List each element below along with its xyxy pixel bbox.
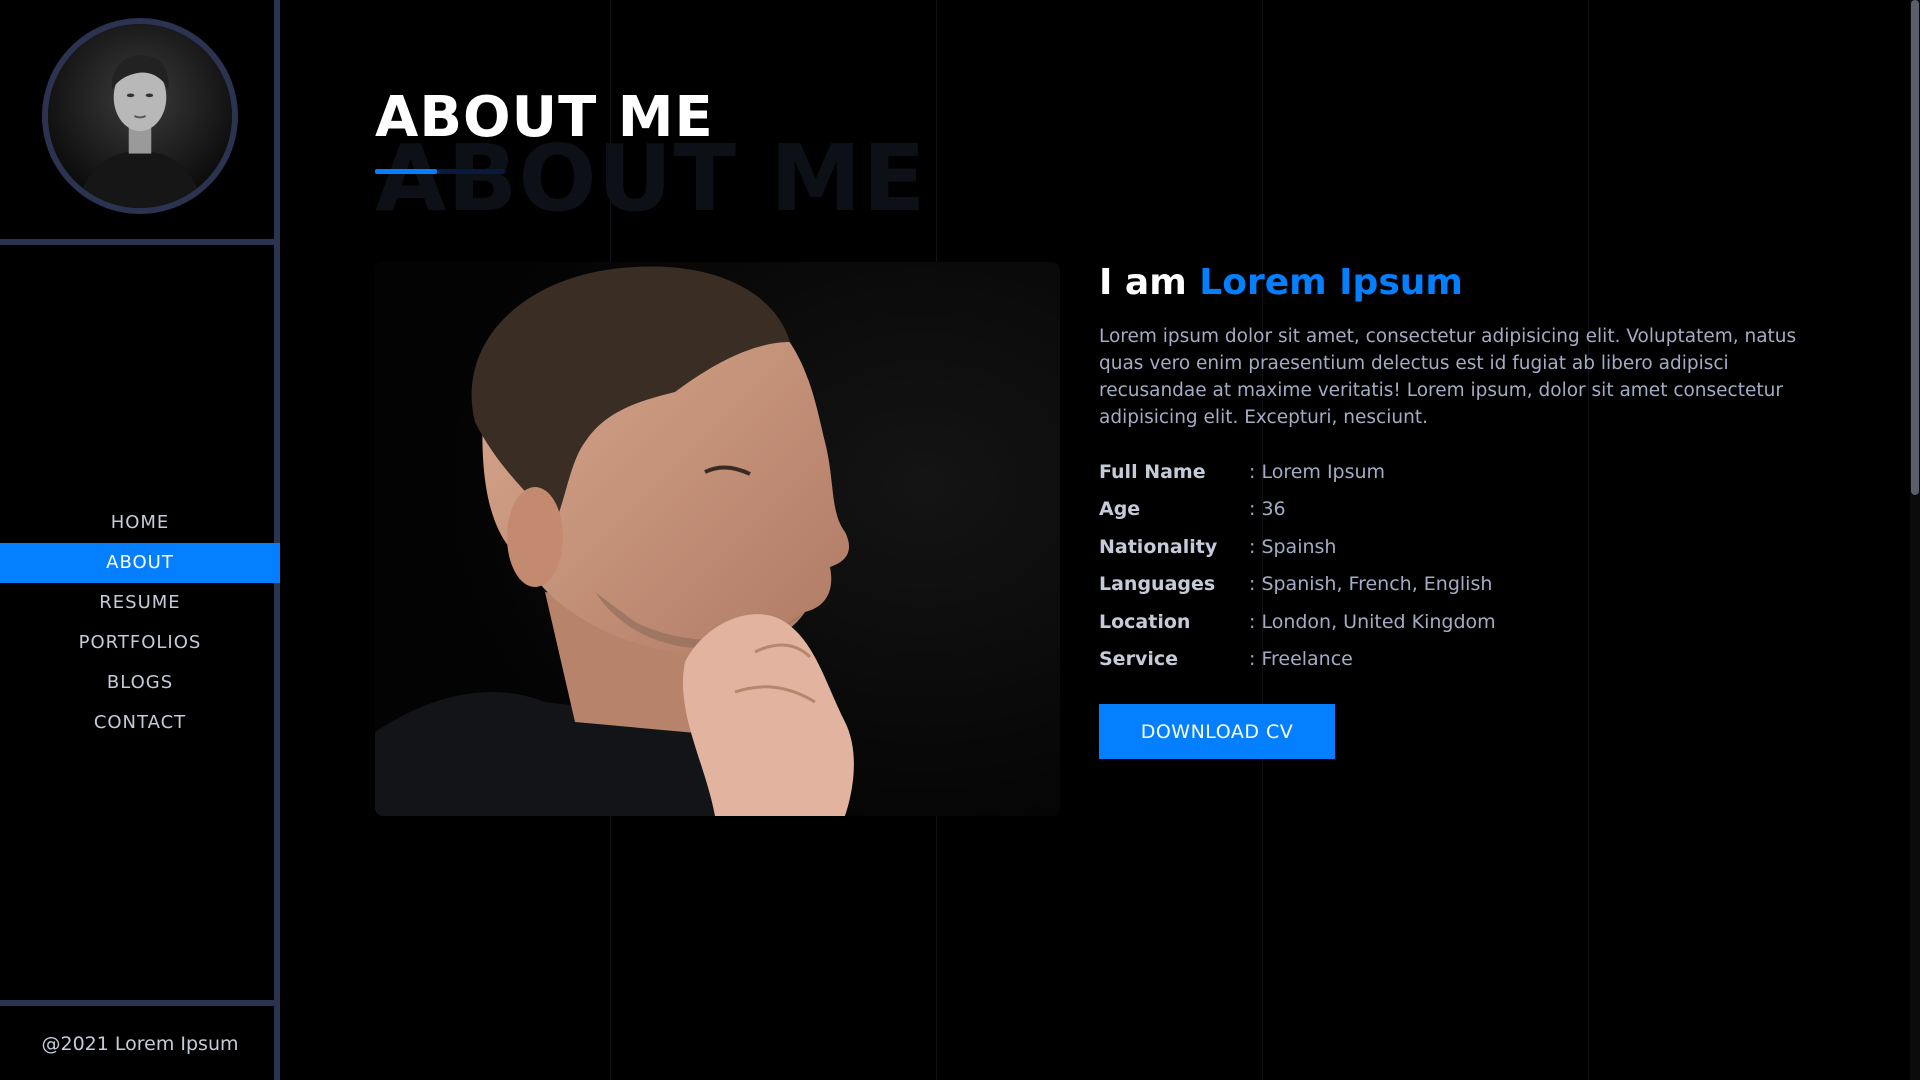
detail-row-location: Location : London, United Kingdom xyxy=(1099,603,1829,641)
nav-item-resume[interactable]: RESUME xyxy=(0,583,280,623)
detail-value: : London, United Kingdom xyxy=(1249,610,1496,633)
detail-label: Location xyxy=(1099,610,1191,633)
detail-row-languages: Languages : Spanish, French, English xyxy=(1099,566,1829,604)
detail-row-age: Age : 36 xyxy=(1099,491,1829,529)
avatar xyxy=(42,18,238,214)
profile-portrait-image xyxy=(375,262,1060,816)
copyright-footer: @2021 Lorem Ipsum xyxy=(0,1000,280,1080)
intro-prefix: I am xyxy=(1099,262,1200,303)
detail-label: Nationality xyxy=(1099,535,1218,558)
page-title: ABOUT ME xyxy=(375,85,714,150)
detail-label: Languages xyxy=(1099,573,1216,596)
detail-label: Full Name xyxy=(1099,460,1206,483)
main-navigation: HOME ABOUT RESUME PORTFOLIOS BLOGS CONTA… xyxy=(0,503,280,743)
nav-item-portfolios[interactable]: PORTFOLIOS xyxy=(0,623,280,663)
download-cv-button[interactable]: DOWNLOAD CV xyxy=(1099,704,1335,759)
sidebar: HOME ABOUT RESUME PORTFOLIOS BLOGS CONTA… xyxy=(0,0,280,1080)
detail-label: Age xyxy=(1099,498,1141,521)
nav-item-home[interactable]: HOME xyxy=(0,503,280,543)
avatar-portrait-image xyxy=(48,24,232,208)
detail-value: : Spainsh xyxy=(1249,535,1337,558)
detail-value: : Spanish, French, English xyxy=(1249,573,1493,596)
page: HOME ABOUT RESUME PORTFOLIOS BLOGS CONTA… xyxy=(0,0,1920,1080)
detail-row-nationality: Nationality : Spainsh xyxy=(1099,528,1829,566)
nav-item-blogs[interactable]: BLOGS xyxy=(0,663,280,703)
nav-item-about[interactable]: ABOUT xyxy=(0,543,280,583)
profile-photo xyxy=(375,262,1060,816)
about-info: I am Lorem Ipsum Lorem ipsum dolor sit a… xyxy=(1099,262,1829,759)
vertical-scrollbar[interactable] xyxy=(1910,0,1920,1080)
title-underline-accent xyxy=(375,169,437,174)
detail-value: : Freelance xyxy=(1249,648,1353,671)
avatar-section xyxy=(0,0,280,245)
intro-heading: I am Lorem Ipsum xyxy=(1099,262,1829,303)
detail-row-full-name: Full Name : Lorem Ipsum xyxy=(1099,453,1829,491)
scrollbar-thumb[interactable] xyxy=(1911,0,1919,495)
nav-item-contact[interactable]: CONTACT xyxy=(0,703,280,743)
detail-label: Service xyxy=(1099,648,1178,671)
intro-name: Lorem Ipsum xyxy=(1199,262,1463,303)
detail-value: : 36 xyxy=(1249,498,1286,521)
detail-row-service: Service : Freelance xyxy=(1099,641,1829,679)
section-title-block: ABOUT ME ABOUT ME xyxy=(375,85,925,232)
about-description: Lorem ipsum dolor sit amet, consectetur … xyxy=(1099,326,1797,428)
detail-value: : Lorem Ipsum xyxy=(1249,460,1386,483)
